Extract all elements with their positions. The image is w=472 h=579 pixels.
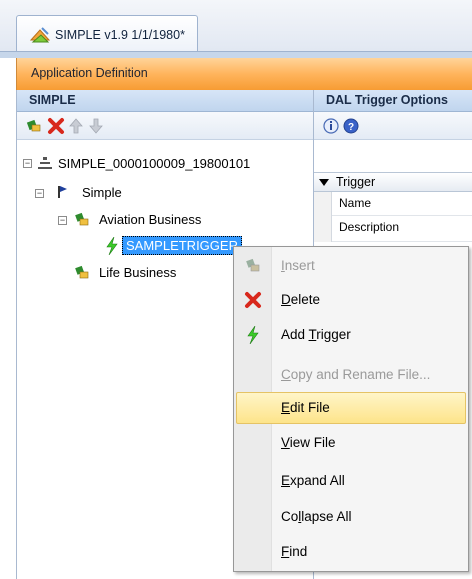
menu-item-label: dit File: [290, 400, 330, 415]
menu-item-label: lapse All: [301, 509, 352, 524]
tree-toolbar: [17, 112, 313, 140]
collapse-expander[interactable]: −: [58, 216, 67, 225]
collapse-expander[interactable]: −: [23, 159, 32, 168]
collapse-triangle-icon[interactable]: [319, 178, 329, 187]
dal-trigger-options-header: DAL Trigger Options: [314, 90, 472, 112]
application-definition-title: Application Definition: [31, 66, 148, 80]
menu-item-label: ind: [289, 544, 308, 559]
menu-item-edit-file[interactable]: Edit File: [236, 392, 466, 424]
menu-item-collapse-all[interactable]: Collapse All: [236, 501, 466, 533]
tree-node-label: Life Business: [99, 265, 177, 280]
move-down-arrow-icon[interactable]: [87, 117, 105, 135]
property-name-label: Name: [339, 196, 372, 210]
tree-context-menu: Insert Delete Add Trigger Copy and Renam…: [233, 246, 469, 572]
green-node-icon: [75, 265, 89, 279]
svg-text:?: ?: [348, 122, 354, 133]
lightning-icon: [106, 237, 118, 255]
menu-item-insert[interactable]: Insert: [236, 250, 466, 282]
tree-node-root[interactable]: − SIMPLE_0000100009_19800101: [21, 154, 311, 174]
trigger-section-label: Trigger: [336, 175, 376, 189]
dal-trigger-options-title: DAL Trigger Options: [326, 93, 448, 107]
insert-icon: [246, 258, 260, 272]
delete-x-icon[interactable]: [47, 117, 65, 135]
property-row-name[interactable]: Name: [332, 192, 472, 216]
property-grid-gutter: [314, 192, 332, 242]
menu-item-label: nsert: [284, 258, 315, 273]
application-definition-header: Application Definition: [16, 58, 472, 90]
tree-node-simple[interactable]: − Simple: [21, 183, 311, 203]
tree-panel-header: SIMPLE: [17, 90, 313, 112]
lightning-icon: [247, 326, 259, 344]
menu-item-delete[interactable]: Delete: [236, 284, 466, 316]
dal-trigger-toolbar: ?: [314, 112, 472, 140]
document-tab-strip: SIMPLE v1.9 1/1/1980*: [0, 0, 472, 58]
menu-item-label: xpand All: [290, 473, 345, 488]
move-up-arrow-icon[interactable]: [67, 117, 85, 135]
menu-item-label: elete: [290, 292, 321, 307]
tree-node-aviation-business[interactable]: − Aviation Business: [21, 210, 311, 230]
document-tab-title: SIMPLE v1.9 1/1/1980*: [55, 28, 185, 42]
menu-item-label: rigger: [316, 327, 351, 342]
property-row-description[interactable]: Description: [332, 216, 472, 242]
property-description-label: Description: [339, 220, 400, 234]
menu-item-label: opy and Rename File...: [290, 367, 431, 382]
menu-item-label: iew File: [289, 435, 336, 450]
menu-item-expand-all[interactable]: Expand All: [236, 465, 466, 497]
tree-panel-title: SIMPLE: [29, 93, 76, 107]
tree-node-label: Aviation Business: [99, 212, 202, 227]
tree-node-label: Simple: [82, 185, 122, 200]
stack-icon: [38, 157, 52, 169]
menu-item-add-trigger[interactable]: Add Trigger: [236, 319, 466, 351]
menu-item-view-file[interactable]: View File: [236, 427, 466, 459]
delete-x-icon: [245, 292, 261, 308]
simple-app-icon: [29, 27, 51, 43]
tab-underline: [0, 51, 472, 58]
green-node-icon: [75, 212, 89, 226]
document-tab[interactable]: SIMPLE v1.9 1/1/1980*: [16, 15, 198, 51]
info-icon[interactable]: [322, 117, 340, 135]
trigger-section-header[interactable]: Trigger: [314, 172, 472, 192]
tree-node-label: SIMPLE_0000100009_19800101: [58, 156, 251, 171]
tree-node-label-selected: SAMPLETRIGGER: [122, 236, 242, 255]
add-node-icon[interactable]: [25, 117, 43, 135]
help-icon[interactable]: ?: [342, 117, 360, 135]
collapse-expander[interactable]: −: [35, 189, 44, 198]
menu-item-find[interactable]: Find: [236, 536, 466, 568]
menu-item-copy-and-rename-file[interactable]: Copy and Rename File...: [236, 359, 466, 391]
flag-icon: [58, 186, 67, 198]
